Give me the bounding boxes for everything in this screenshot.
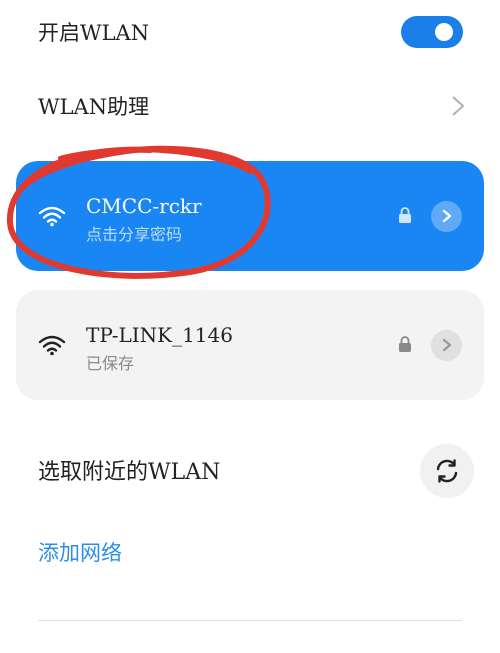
- wlan-toggle-label: 开启WLAN: [38, 21, 150, 45]
- wifi-icon: [38, 335, 66, 356]
- add-network-row[interactable]: 添加网络: [0, 530, 500, 574]
- lock-icon: [399, 336, 411, 352]
- network-ssid: TP-LINK_1146: [86, 323, 233, 347]
- wifi-icon: [38, 206, 66, 227]
- network-detail-button[interactable]: [431, 201, 462, 232]
- wlan-assistant-label: WLAN助理: [38, 95, 150, 119]
- wlan-toggle-row[interactable]: 开启WLAN: [0, 8, 500, 56]
- network-status: 已保存: [86, 354, 135, 373]
- add-network-link[interactable]: 添加网络: [38, 537, 122, 567]
- chevron-right-icon: [452, 96, 465, 116]
- network-status[interactable]: 点击分享密码: [86, 221, 182, 245]
- lock-icon: [399, 207, 411, 223]
- wlan-toggle-switch[interactable]: [401, 16, 463, 48]
- network-card-connected[interactable]: CMCC-rckr 点击分享密码: [16, 161, 484, 271]
- wlan-assistant-row[interactable]: WLAN助理: [0, 82, 500, 130]
- divider: [38, 620, 462, 621]
- refresh-icon: [436, 459, 458, 483]
- arrow-right-icon: [442, 209, 452, 223]
- network-detail-button[interactable]: [431, 330, 462, 361]
- arrow-right-icon: [442, 338, 452, 352]
- refresh-button[interactable]: [420, 444, 474, 498]
- toggle-knob: [435, 23, 453, 41]
- nearby-wlan-label: 选取附近的WLAN: [38, 460, 221, 485]
- network-ssid: CMCC-rckr: [86, 194, 202, 218]
- nearby-wlan-row: 选取附近的WLAN: [0, 444, 500, 498]
- network-card-saved[interactable]: TP-LINK_1146 已保存: [16, 290, 484, 400]
